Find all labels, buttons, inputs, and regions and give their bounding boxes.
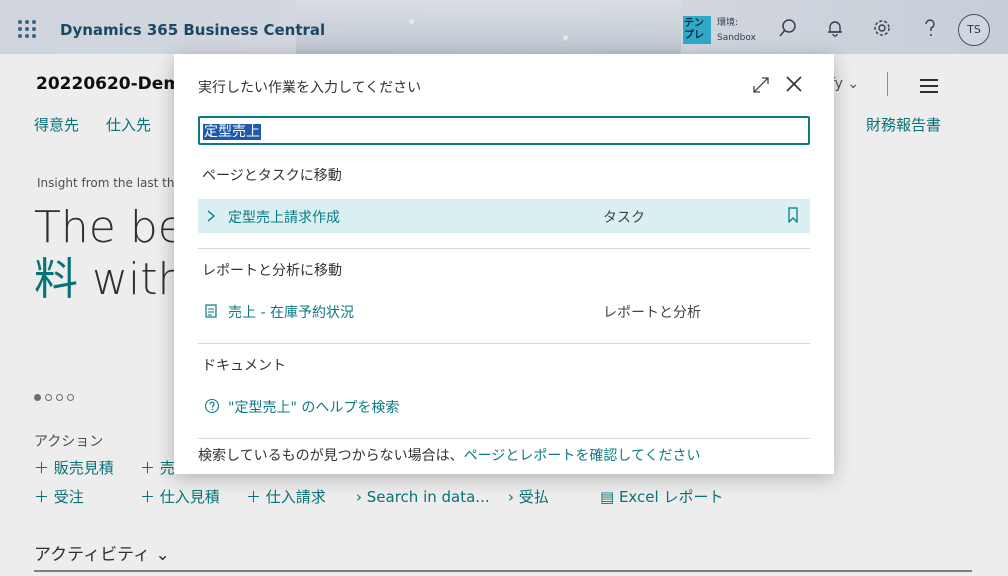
tell-me-dialog: 実行したい作業を入力してください 定型売上 ページとタスクに移動 定型売上請求作…	[174, 54, 834, 474]
result-label: 売上 - 在庫予約状況	[228, 305, 354, 321]
section-divider	[198, 343, 810, 344]
dialog-title: 実行したい作業を入力してください	[198, 80, 422, 96]
search-input-value: 定型売上	[203, 124, 261, 140]
explore-pages-link[interactable]: ページとレポートを確認してください	[464, 448, 701, 464]
footer-prefix: 検索しているものが見つからない場合は、	[198, 448, 464, 464]
section-reports: レポートと分析に移動	[202, 263, 342, 279]
expand-icon[interactable]	[752, 76, 770, 94]
section-documents: ドキュメント	[202, 358, 286, 374]
section-divider	[198, 248, 810, 249]
help-search-link[interactable]: "定型売上" のヘルプを検索	[198, 389, 810, 423]
help-circle-icon	[204, 398, 220, 414]
result-category: レポートと分析	[603, 305, 701, 321]
report-icon	[204, 303, 218, 319]
close-icon[interactable]	[784, 74, 804, 94]
result-label: 定型売上請求作成	[228, 210, 340, 226]
section-pages-tasks: ページとタスクに移動	[202, 168, 342, 184]
section-divider	[198, 438, 810, 439]
dialog-footer: 検索しているものが見つからない場合は、ページとレポートを確認してください	[198, 445, 700, 465]
bookmark-icon[interactable]	[787, 207, 799, 224]
search-input[interactable]: 定型売上	[198, 116, 810, 145]
result-item-report[interactable]: 売上 - 在庫予約状況 レポートと分析	[198, 294, 810, 328]
chevron-right-icon	[204, 208, 218, 224]
result-category: タスク	[603, 210, 645, 226]
result-item-task[interactable]: 定型売上請求作成 タスク	[198, 199, 810, 233]
help-search-label: "定型売上" のヘルプを検索	[228, 400, 400, 416]
